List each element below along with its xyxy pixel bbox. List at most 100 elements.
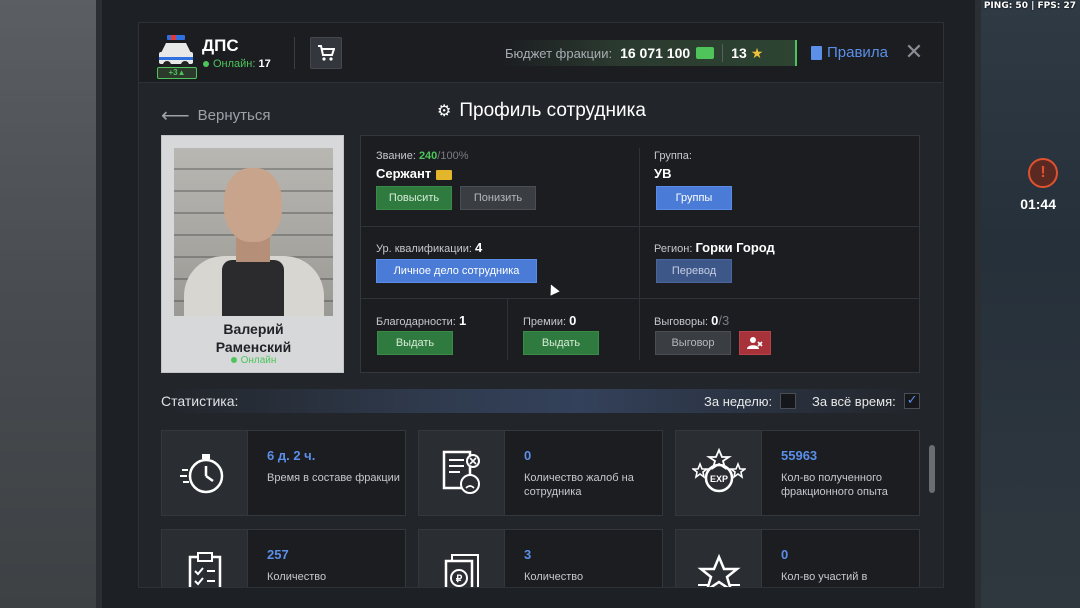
stat-value: 55963 bbox=[781, 448, 818, 463]
rules-label: Правила bbox=[827, 44, 888, 61]
employee-name: Валерий Раменский bbox=[162, 320, 345, 356]
employee-status-text: Онлайн bbox=[240, 355, 277, 366]
transfer-button[interactable]: Перевод bbox=[656, 259, 732, 283]
rank-up-badge: +3▲ bbox=[157, 67, 197, 79]
stat-description: Количество жалоб на сотрудника bbox=[524, 472, 634, 498]
stat-value: 3 bbox=[524, 547, 532, 562]
week-checkbox[interactable] bbox=[780, 393, 797, 409]
panel-header: +3▲ ДПС Онлайн: 17 Бюджет фракции: 16 07… bbox=[139, 23, 943, 83]
remove-user-button[interactable] bbox=[739, 331, 771, 355]
money-doc-icon: ₽ bbox=[419, 530, 505, 587]
gear-icon: ⚙ bbox=[437, 103, 452, 120]
reprimand-max: /3 bbox=[718, 313, 730, 328]
svg-text:EXP: EXP bbox=[709, 474, 727, 484]
star-icon bbox=[676, 530, 762, 587]
give-bonus-button[interactable]: Выдать bbox=[523, 331, 599, 355]
group-label: Группа: bbox=[654, 150, 692, 162]
rank-label-row: Звание: 240/100% bbox=[376, 150, 469, 162]
budget-separator bbox=[722, 44, 724, 62]
rules-link[interactable]: Правила bbox=[811, 44, 888, 61]
stat-card-complaints: 0 Количество жалоб на сотрудника bbox=[418, 430, 663, 516]
stat-card-time: 6 д. 2 ч. Время в составе фракции bbox=[161, 430, 406, 516]
cart-icon bbox=[318, 45, 335, 61]
stat-description: Время в составе фракции bbox=[267, 472, 400, 484]
stat-value: 0 bbox=[524, 448, 532, 463]
stat-value: 257 bbox=[267, 547, 289, 562]
week-filter-label: За неделю: bbox=[704, 393, 773, 409]
rank-name: Сержант bbox=[376, 166, 432, 181]
back-button[interactable]: ⟵ Вернуться bbox=[161, 103, 270, 128]
online-dot-icon bbox=[203, 61, 209, 68]
qualification-label: Ур. квалификации: bbox=[376, 243, 472, 255]
thanks-value: 1 bbox=[458, 313, 467, 328]
bonus-value: 0 bbox=[569, 313, 577, 328]
faction-name: ДПС bbox=[202, 36, 239, 55]
employee-status: Онлайн bbox=[162, 355, 345, 366]
groups-button[interactable]: Группы bbox=[656, 186, 732, 210]
region-row: Регион: Горки Город bbox=[654, 240, 775, 255]
bonus-row: Премии: 0 bbox=[523, 313, 576, 328]
all-time-checkbox[interactable] bbox=[903, 392, 920, 409]
personal-file-button[interactable]: Личное дело сотрудника bbox=[376, 259, 537, 283]
rank-badge-icon bbox=[436, 169, 453, 180]
faction-panel: +3▲ ДПС Онлайн: 17 Бюджет фракции: 16 07… bbox=[138, 22, 944, 588]
reprimand-label: Выговоры: bbox=[654, 316, 709, 328]
faction-budget: Бюджет фракции: 16 071 100 13 ★ bbox=[501, 40, 797, 66]
employee-last-name: Раменский bbox=[215, 339, 292, 355]
reprimand-button[interactable]: Выговор bbox=[655, 331, 731, 355]
bonus-label: Премии: bbox=[523, 316, 567, 328]
employee-photo-card: Валерий Раменский Онлайн bbox=[161, 135, 344, 373]
statistics-bar: Статистика: За неделю: За всё время: bbox=[161, 389, 921, 413]
employee-info-box: Звание: 240/100% Сержант Повысить Понизи… bbox=[360, 135, 920, 373]
stat-description: Количество bbox=[267, 571, 327, 583]
exp-icon: EXP bbox=[676, 431, 762, 515]
document-icon bbox=[811, 45, 822, 60]
close-icon[interactable]: ✕ bbox=[903, 41, 925, 63]
give-thanks-button[interactable]: Выдать bbox=[377, 331, 453, 355]
stat-description: Кол-во полученного фракционного опыта bbox=[781, 472, 888, 498]
online-indicator: Онлайн: 17 bbox=[203, 58, 271, 70]
stat-value: 6 д. 2 ч. bbox=[267, 448, 316, 463]
page-title: ⚙ Профиль сотрудника bbox=[437, 100, 646, 122]
thanks-row: Благодарности: 1 bbox=[376, 313, 466, 328]
scrollbar[interactable] bbox=[929, 445, 935, 493]
shop-button[interactable] bbox=[310, 37, 342, 69]
header-divider bbox=[294, 37, 295, 69]
back-label: Вернуться bbox=[197, 107, 271, 124]
qualification-row: Ур. квалификации: 4 bbox=[376, 240, 482, 255]
group-value: УВ bbox=[654, 166, 672, 181]
stars-value: 13 bbox=[731, 45, 747, 61]
budget-value: 16 071 100 bbox=[620, 45, 691, 61]
alert-icon: ! bbox=[1028, 158, 1058, 188]
all-time-filter-label: За всё время: bbox=[812, 393, 896, 409]
money-icon bbox=[696, 47, 715, 59]
remove-user-icon bbox=[747, 337, 763, 349]
rank-max: /100% bbox=[437, 150, 469, 162]
employee-first-name: Валерий bbox=[223, 321, 284, 337]
svg-text:₽: ₽ bbox=[455, 574, 462, 585]
region-value: Горки Город bbox=[695, 240, 775, 255]
promote-button[interactable]: Повысить bbox=[376, 186, 452, 210]
stat-card-experience: EXP 55963 Кол-во полученного фракционног… bbox=[675, 430, 920, 516]
game-background-right bbox=[980, 0, 1080, 608]
complaint-icon bbox=[419, 431, 505, 515]
rank-name-row: Сержант bbox=[376, 166, 453, 181]
stat-description: Кол-во участий в bbox=[781, 571, 868, 583]
thanks-label: Благодарности: bbox=[376, 316, 456, 328]
week-filter[interactable]: За неделю: bbox=[704, 393, 797, 409]
stat-card-4: 257 Количество bbox=[161, 529, 406, 587]
region-label: Регион: bbox=[654, 243, 693, 255]
demote-button[interactable]: Понизить bbox=[460, 186, 536, 210]
all-time-filter[interactable]: За всё время: bbox=[812, 392, 920, 409]
hud-timer: 01:44 bbox=[1020, 196, 1056, 212]
online-count: 17 bbox=[258, 58, 271, 70]
stat-description: Количество bbox=[524, 571, 584, 583]
budget-label: Бюджет фракции: bbox=[505, 45, 613, 61]
online-label: Онлайн: bbox=[213, 58, 256, 70]
online-dot-icon bbox=[230, 357, 237, 364]
star-icon: ★ bbox=[750, 44, 764, 61]
reprimand-row: Выговоры: 0/3 bbox=[654, 313, 729, 328]
arrow-left-icon: ⟵ bbox=[161, 105, 190, 127]
stat-value: 0 bbox=[781, 547, 789, 562]
stat-card-5: ₽ 3 Количество bbox=[418, 529, 663, 587]
